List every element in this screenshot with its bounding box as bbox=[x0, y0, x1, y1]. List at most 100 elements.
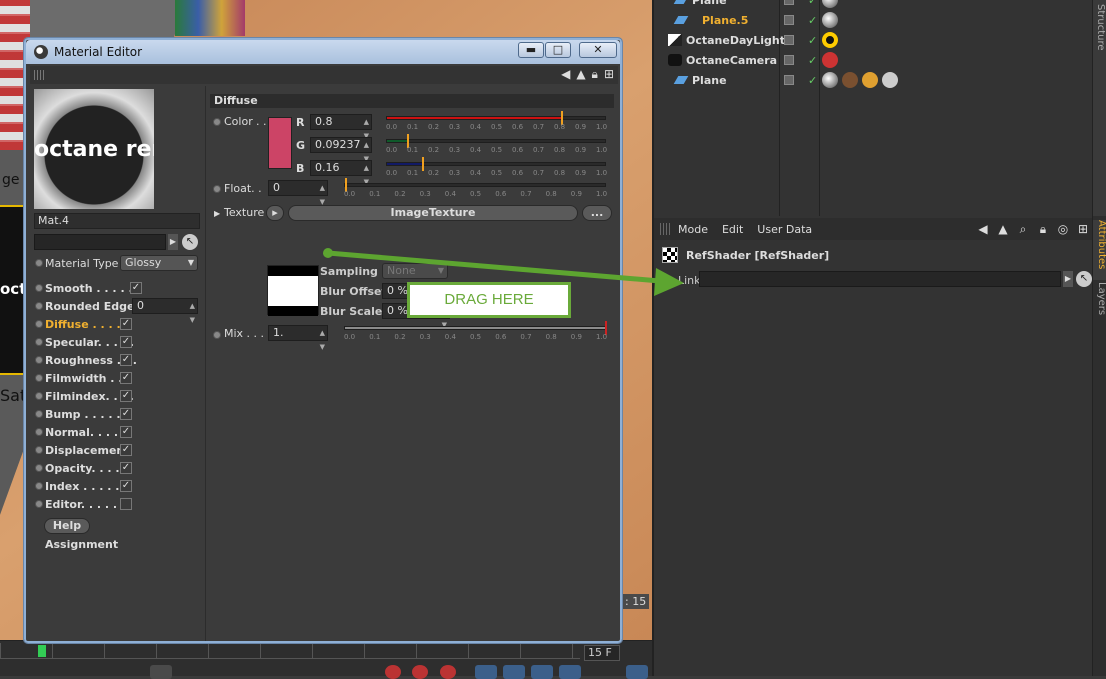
channel-label[interactable]: Normal. . . . . bbox=[45, 426, 126, 439]
channel-checkbox[interactable]: ✓ bbox=[120, 336, 132, 348]
back-arrow-icon[interactable]: ◀ bbox=[976, 222, 990, 236]
link-expand-arrow[interactable]: ▶ bbox=[1063, 271, 1073, 287]
visibility-toggle[interactable] bbox=[784, 35, 794, 45]
float-field[interactable]: 0 ▲ ▼ bbox=[268, 180, 328, 206]
channel-row[interactable]: Diffuse . . . . . ✓ bbox=[30, 315, 206, 333]
timeline-playhead[interactable] bbox=[38, 645, 46, 657]
animate-radio[interactable] bbox=[213, 331, 221, 339]
animate-radio[interactable] bbox=[35, 500, 43, 508]
channel-checkbox[interactable]: ✓ bbox=[120, 372, 132, 384]
channel-r-slider[interactable] bbox=[386, 111, 606, 125]
object-manager[interactable]: Plane ✓ Plane.5 ✓ OctaneDayLight ✓ OctaneCamer… bbox=[652, 0, 1106, 216]
object-name[interactable]: Plane.5 bbox=[702, 14, 748, 27]
channel-label[interactable]: Filmwidth . . bbox=[45, 372, 122, 385]
link-pick-icon[interactable]: ↖ bbox=[1076, 271, 1092, 287]
animate-radio[interactable] bbox=[35, 302, 43, 310]
object-name[interactable]: OctaneCamera bbox=[686, 54, 777, 67]
channel-checkbox[interactable]: ✓ bbox=[120, 390, 132, 402]
visibility-toggle[interactable] bbox=[784, 15, 794, 25]
channel-g-slider[interactable] bbox=[386, 134, 606, 148]
mix-field[interactable]: 1. ▲ ▼ bbox=[268, 325, 328, 351]
channel-checkbox[interactable]: ✓ bbox=[120, 426, 132, 438]
timeline[interactable]: 15 F bbox=[0, 640, 652, 679]
animate-radio[interactable] bbox=[213, 185, 221, 193]
object-name[interactable]: OctaneDayLight bbox=[686, 34, 785, 47]
material-editor-window[interactable]: Material Editor ▬ □ ✕ ◀ ▲ 🔒︎ ⊞ octane re… bbox=[23, 37, 623, 644]
channel-label[interactable]: Displacement bbox=[45, 444, 130, 457]
float-slider[interactable] bbox=[344, 178, 606, 192]
mix-slider[interactable] bbox=[344, 321, 607, 335]
channel-label[interactable]: Diffuse . . . . . bbox=[45, 318, 129, 331]
channel-r-field[interactable]: 0.8 ▲ ▼ bbox=[310, 114, 372, 140]
animate-radio[interactable] bbox=[35, 320, 43, 328]
texture-thumbnail[interactable] bbox=[267, 265, 319, 316]
expand-triangle-icon[interactable]: ▶ bbox=[214, 209, 220, 218]
texture-more-button[interactable]: ... bbox=[582, 205, 612, 221]
channel-row[interactable]: Rounded Edges 0 ▲ ▼ bbox=[30, 297, 206, 324]
animate-radio[interactable] bbox=[35, 464, 43, 472]
animate-radio[interactable] bbox=[213, 118, 221, 126]
link-pick-icon[interactable]: ↖ bbox=[182, 234, 198, 250]
object-row[interactable]: OctaneDayLight ✓ bbox=[654, 30, 1094, 50]
channel-g-field[interactable]: 0.09237 ▲ ▼ bbox=[310, 137, 372, 163]
minimize-button[interactable]: ▬ bbox=[518, 42, 544, 58]
object-tag-icon[interactable] bbox=[842, 72, 858, 88]
new-panel-icon[interactable]: ⊞ bbox=[1076, 222, 1090, 236]
channel-checkbox[interactable]: ✓ bbox=[120, 462, 132, 474]
tab-structure[interactable]: Structure bbox=[1092, 0, 1106, 216]
channel-b-slider[interactable] bbox=[386, 157, 606, 171]
channel-row[interactable]: Bump . . . . . . ✓ bbox=[30, 405, 206, 423]
object-row[interactable]: Plane.5 ✓ bbox=[654, 10, 1094, 30]
target-icon[interactable]: ◎ bbox=[1056, 222, 1070, 236]
enabled-check-icon[interactable]: ✓ bbox=[808, 14, 817, 27]
channel-row[interactable]: Opacity. . . . . ✓ bbox=[30, 459, 206, 477]
close-button[interactable]: ✕ bbox=[579, 42, 617, 58]
rounded-edges-field[interactable]: 0 ▲ ▼ bbox=[132, 298, 198, 324]
object-tag-icon[interactable] bbox=[822, 52, 838, 68]
object-tag-icon[interactable] bbox=[822, 12, 838, 28]
object-tag-icon[interactable] bbox=[822, 0, 838, 8]
help-button[interactable]: Help bbox=[44, 518, 90, 534]
visibility-toggle[interactable] bbox=[784, 0, 794, 5]
material-name-field[interactable]: Mat.4 bbox=[34, 213, 200, 229]
keyframe-tool-button[interactable] bbox=[503, 665, 525, 679]
enabled-check-icon[interactable]: ✓ bbox=[808, 54, 817, 67]
channel-row[interactable]: Normal. . . . . ✓ bbox=[30, 423, 206, 441]
animate-radio[interactable] bbox=[35, 374, 43, 382]
channel-checkbox[interactable] bbox=[120, 498, 132, 510]
channel-label[interactable]: Index . . . . . . bbox=[45, 480, 127, 493]
timeline-menu-button[interactable] bbox=[626, 665, 648, 679]
animate-radio[interactable] bbox=[35, 410, 43, 418]
timeline-ruler[interactable] bbox=[0, 643, 580, 659]
channel-row[interactable]: Specular. . . . . ✓ bbox=[30, 333, 206, 351]
maximize-button[interactable]: □ bbox=[545, 42, 571, 58]
tab-attributes[interactable]: Attributes bbox=[1093, 220, 1106, 280]
object-row[interactable]: OctaneCamera ✓ bbox=[654, 50, 1094, 70]
record-button[interactable] bbox=[412, 665, 428, 679]
material-preview[interactable]: octane rend bbox=[34, 89, 154, 209]
image-texture-button[interactable]: ImageTexture bbox=[288, 205, 578, 221]
enabled-check-icon[interactable]: ✓ bbox=[808, 34, 817, 47]
attribute-manager[interactable]: Mode Edit User Data ◀ ▲ ⌕ 🔒︎ ◎ ⊞ RefShad… bbox=[652, 216, 1106, 676]
channel-row[interactable]: Displacement ✓ bbox=[30, 441, 206, 459]
record-button[interactable] bbox=[440, 665, 456, 679]
visibility-toggle[interactable] bbox=[784, 55, 794, 65]
visibility-toggle[interactable] bbox=[784, 75, 794, 85]
texture-arrow-button[interactable]: ▸ bbox=[266, 205, 284, 221]
object-tag-icon[interactable] bbox=[822, 32, 838, 48]
channel-b-field[interactable]: 0.16 ▲ ▼ bbox=[310, 160, 372, 186]
channel-label[interactable]: Opacity. . . . . bbox=[45, 462, 128, 475]
keyframe-tool-button[interactable] bbox=[531, 665, 553, 679]
object-name[interactable]: Plane bbox=[692, 0, 727, 7]
material-link-field[interactable] bbox=[34, 234, 166, 250]
object-tag-icon[interactable] bbox=[882, 72, 898, 88]
new-panel-icon[interactable]: ⊞ bbox=[604, 67, 614, 82]
animate-radio[interactable] bbox=[35, 482, 43, 490]
object-tag-icon[interactable] bbox=[822, 72, 838, 88]
enabled-check-icon[interactable]: ✓ bbox=[808, 74, 817, 87]
channel-row[interactable]: Index . . . . . . ✓ bbox=[30, 477, 206, 495]
object-name[interactable]: Plane bbox=[692, 74, 727, 87]
enabled-check-icon[interactable]: ✓ bbox=[808, 0, 817, 7]
channel-checkbox[interactable]: ✓ bbox=[130, 282, 142, 294]
animate-radio[interactable] bbox=[35, 428, 43, 436]
